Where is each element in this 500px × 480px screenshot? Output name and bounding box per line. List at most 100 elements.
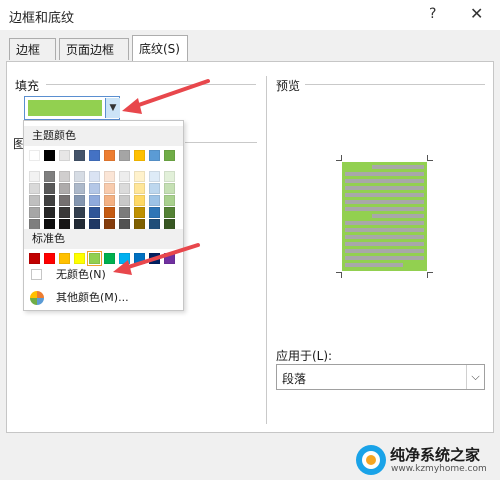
theme-color-swatch[interactable]: [104, 195, 115, 206]
theme-color-swatch[interactable]: [149, 195, 160, 206]
theme-color-swatch[interactable]: [74, 171, 85, 182]
title-bar: [0, 0, 500, 30]
theme-color-swatch[interactable]: [44, 183, 55, 194]
annotation-arrow-no-color: [113, 243, 200, 275]
theme-color-swatch[interactable]: [44, 171, 55, 182]
preview-text-line: [345, 235, 424, 239]
theme-color-swatch[interactable]: [29, 171, 40, 182]
theme-color-swatch[interactable]: [104, 171, 115, 182]
theme-color-swatch[interactable]: [89, 183, 100, 194]
preview-divider: [305, 84, 485, 85]
apply-to-value: 段落: [282, 372, 307, 386]
theme-color-swatch[interactable]: [59, 195, 70, 206]
theme-color-swatch[interactable]: [89, 171, 100, 182]
theme-color-swatch[interactable]: [164, 171, 175, 182]
apply-to-label: 应用于(L):: [276, 349, 333, 363]
watermark-url: www.kzmyhome.com: [391, 464, 487, 474]
standard-color-swatch[interactable]: [44, 253, 55, 264]
preview-corner-mark: [427, 272, 428, 278]
theme-color-swatch[interactable]: [164, 195, 175, 206]
theme-color-swatch[interactable]: [134, 183, 145, 194]
theme-color-swatch[interactable]: [164, 207, 175, 218]
theme-color-swatch[interactable]: [164, 150, 175, 161]
theme-color-swatch[interactable]: [59, 207, 70, 218]
preview-text-line: [345, 221, 424, 225]
preview-label: 预览: [276, 79, 301, 93]
watermark: 纯净系统之家 www.kzmyhome.com: [355, 442, 495, 478]
more-colors-item[interactable]: 其他颜色(M)...: [25, 288, 182, 308]
tab-shading[interactable]: 底纹(S): [132, 35, 188, 62]
preview-text-line: [345, 249, 424, 253]
watermark-title: 纯净系统之家: [390, 446, 481, 464]
preview-text-line: [345, 207, 424, 211]
theme-color-swatch[interactable]: [44, 207, 55, 218]
theme-color-swatch[interactable]: [74, 183, 85, 194]
theme-color-swatch[interactable]: [119, 183, 130, 194]
theme-color-swatch[interactable]: [89, 207, 100, 218]
standard-color-swatch[interactable]: [59, 253, 70, 264]
theme-color-swatch[interactable]: [119, 195, 130, 206]
standard-color-swatch[interactable]: [29, 253, 40, 264]
tab-page-borders[interactable]: 页面边框(P): [59, 38, 129, 79]
theme-color-swatch[interactable]: [134, 150, 145, 161]
theme-color-swatch[interactable]: [44, 195, 55, 206]
theme-color-swatch[interactable]: [29, 195, 40, 206]
tab-borders[interactable]: 边框(B): [9, 38, 56, 79]
chevron-down-icon[interactable]: ▼: [105, 98, 120, 118]
fill-color-dropdown[interactable]: ▼: [24, 96, 120, 120]
theme-color-swatch[interactable]: [59, 183, 70, 194]
theme-color-swatch[interactable]: [29, 150, 40, 161]
theme-color-swatch[interactable]: [104, 183, 115, 194]
color-picker-popup: 主题颜色 标准色 无颜色(N) 其他颜色(M)...: [23, 120, 184, 311]
standard-color-swatch[interactable]: [87, 251, 102, 266]
theme-color-swatch[interactable]: [89, 150, 100, 161]
help-button[interactable]: ?: [429, 6, 436, 22]
chevron-down-icon[interactable]: ⌵: [466, 365, 484, 389]
theme-color-swatch[interactable]: [149, 183, 160, 194]
preview-corner-mark: [427, 155, 428, 161]
theme-color-swatch[interactable]: [59, 150, 70, 161]
preview-text-line: [345, 263, 403, 267]
no-color-icon: [31, 269, 42, 280]
theme-color-swatch[interactable]: [74, 150, 85, 161]
theme-color-swatch[interactable]: [134, 171, 145, 182]
preview-text-line: [372, 214, 424, 218]
standard-color-swatch[interactable]: [74, 253, 85, 264]
theme-color-swatch[interactable]: [149, 150, 160, 161]
theme-color-swatch[interactable]: [134, 207, 145, 218]
theme-color-swatch[interactable]: [59, 171, 70, 182]
theme-color-swatch[interactable]: [119, 171, 130, 182]
theme-colors-header: 主题颜色: [24, 126, 183, 146]
theme-color-swatch[interactable]: [104, 207, 115, 218]
pattern-divider: [185, 142, 257, 143]
preview-corner-mark: [341, 155, 342, 161]
theme-color-swatch[interactable]: [44, 150, 55, 161]
theme-color-swatch[interactable]: [119, 207, 130, 218]
theme-color-swatch[interactable]: [74, 207, 85, 218]
apply-to-dropdown[interactable]: 段落 ⌵: [276, 364, 485, 390]
theme-color-swatch[interactable]: [134, 195, 145, 206]
fill-label: 填充: [15, 79, 40, 93]
preview-corner-mark: [341, 272, 342, 278]
close-button[interactable]: ✕: [470, 4, 483, 23]
theme-color-swatch[interactable]: [104, 150, 115, 161]
preview-text-line: [345, 193, 424, 197]
theme-color-swatch[interactable]: [29, 207, 40, 218]
theme-color-swatch[interactable]: [149, 171, 160, 182]
theme-color-swatch[interactable]: [74, 195, 85, 206]
color-wheel-icon: [30, 291, 44, 312]
theme-color-swatch[interactable]: [164, 183, 175, 194]
preview-text-line: [372, 165, 424, 169]
window-title: 边框和底纹: [9, 11, 75, 26]
theme-color-swatch[interactable]: [89, 195, 100, 206]
theme-color-swatch[interactable]: [119, 150, 130, 161]
preview-text-line: [345, 186, 424, 190]
preview-image: [342, 162, 427, 271]
preview-text-line: [345, 228, 424, 232]
no-color-label: 无颜色(N): [56, 268, 106, 281]
preview-text-line: [345, 172, 424, 176]
theme-color-swatch[interactable]: [149, 207, 160, 218]
theme-color-swatch[interactable]: [29, 183, 40, 194]
preview-text-line: [345, 200, 424, 204]
preview-text-line: [345, 179, 424, 183]
